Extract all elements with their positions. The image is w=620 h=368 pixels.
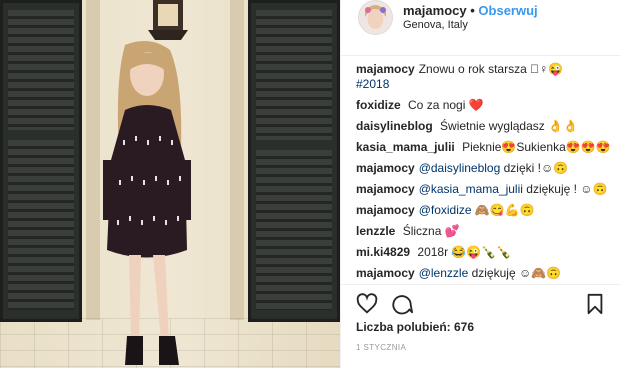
- photo-shutter-left: [0, 0, 82, 322]
- comment-username[interactable]: majamocy: [356, 203, 415, 217]
- comment-username[interactable]: daisylineblog: [356, 119, 433, 133]
- post-location[interactable]: Genova, Italy: [403, 19, 468, 31]
- comment-text: 🙈😋💪🙃: [474, 203, 535, 217]
- comment-username[interactable]: majamocy: [356, 161, 415, 175]
- comments-list: majamocy Znowu o rok starsza 🏻♀😜 #2018 fo…: [356, 62, 611, 287]
- comment-bubble-icon[interactable]: [391, 293, 413, 315]
- comment-mention[interactable]: @lenzzle: [419, 266, 469, 280]
- comment: daisylineblog Świetnie wyglądasz 👌👌: [356, 119, 611, 134]
- post-username[interactable]: majamocy: [403, 3, 467, 18]
- comment: foxidize Co za nogi ❤️: [356, 98, 611, 113]
- comment: mi.ki4829 2018r 😂😜🍾🍾: [356, 245, 611, 260]
- comment: lenzzle Śliczna 💕: [356, 224, 611, 239]
- comment-username[interactable]: kasia_mama_julii: [356, 140, 455, 154]
- comment-username[interactable]: majamocy: [356, 182, 415, 196]
- comment-text: Świetnie wyglądasz 👌👌: [440, 119, 578, 133]
- comment-text: Śliczna 💕: [402, 224, 460, 238]
- avatar-image: [359, 1, 392, 34]
- photo-pilaster: [230, 0, 244, 320]
- comment-mention[interactable]: @daisylineblog: [419, 161, 501, 175]
- comment-text: dziękuję ☺🙈🙃: [471, 266, 562, 280]
- comment-text: 2018r 😂😜🍾🍾: [417, 245, 512, 259]
- action-bar: [341, 284, 620, 321]
- bookmark-icon[interactable]: [584, 293, 606, 315]
- heart-outline-icon[interactable]: [356, 293, 378, 315]
- post-date[interactable]: 1 STYCZNIA: [356, 343, 406, 352]
- comment-username[interactable]: majamocy: [356, 266, 415, 280]
- caption: majamocy Znowu o rok starsza 🏻♀😜 #2018: [356, 62, 611, 92]
- comment-text: Pieknie😍Sukienka😍😍😍: [462, 140, 611, 154]
- avatar[interactable]: [358, 0, 393, 35]
- caption-username[interactable]: majamocy: [356, 62, 415, 76]
- likes-count[interactable]: Liczba polubień: 676: [356, 320, 474, 334]
- comment-text: Co za nogi ❤️: [408, 98, 484, 112]
- header-username-line: majamocy • Obserwuj: [403, 3, 538, 18]
- comment-username[interactable]: foxidize: [356, 98, 401, 112]
- comment: majamocy @daisylineblog dzięki !☺🙃: [356, 161, 611, 176]
- comment-username[interactable]: mi.ki4829: [356, 245, 410, 259]
- woman-figure: [103, 41, 191, 365]
- follow-button[interactable]: Obserwuj: [478, 3, 537, 18]
- post-header: majamocy • Obserwuj Genova, Italy: [341, 0, 620, 56]
- comment-text: dziękuję ! ☺🙃: [526, 182, 608, 196]
- wall-lamp: [148, 0, 188, 40]
- caption-text: Znowu o rok starsza 🏻♀😜: [418, 62, 564, 76]
- post-sidebar: majamocy • Obserwuj Genova, Italy majamo…: [340, 0, 620, 368]
- comment: majamocy @lenzzle dziękuję ☺🙈🙃: [356, 266, 611, 281]
- comment: kasia_mama_julii Pieknie😍Sukienka😍😍😍: [356, 140, 611, 155]
- comment-username[interactable]: lenzzle: [356, 224, 395, 238]
- instagram-post: majamocy • Obserwuj Genova, Italy majamo…: [0, 0, 620, 368]
- caption-hashtag[interactable]: #2018: [356, 77, 389, 91]
- photo-shutter-right: [248, 0, 340, 322]
- comment-mention[interactable]: @foxidize: [419, 203, 472, 217]
- comment: majamocy @kasia_mama_julii dziękuję ! ☺🙃: [356, 182, 611, 197]
- comment-mention[interactable]: @kasia_mama_julii: [419, 182, 523, 196]
- header-separator: •: [470, 3, 475, 18]
- comment: majamocy @foxidize 🙈😋💪🙃: [356, 203, 611, 218]
- post-photo[interactable]: [0, 0, 340, 368]
- comment-text: dzięki !☺🙃: [503, 161, 569, 175]
